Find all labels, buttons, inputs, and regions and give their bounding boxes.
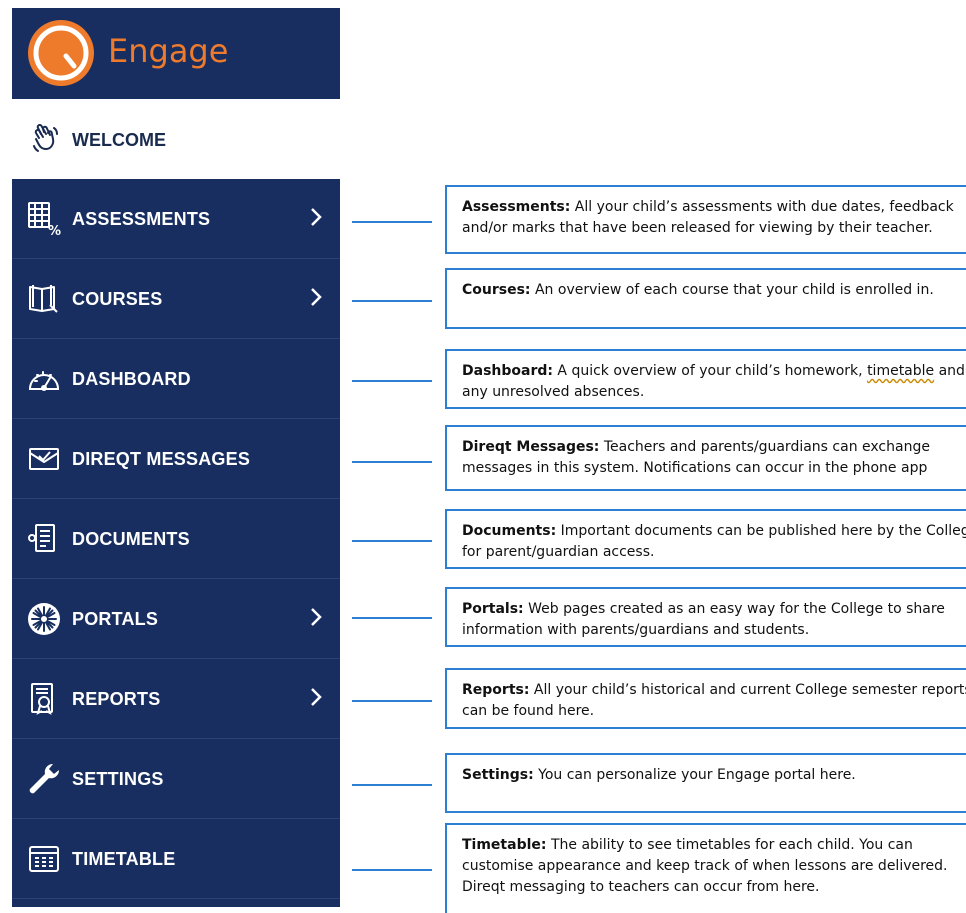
connector-line [352, 540, 432, 542]
chevron-right-icon [310, 287, 322, 307]
sidebar-item-label: REPORTS [72, 689, 161, 709]
connector-line [352, 380, 432, 382]
description-text-underlined: timetable [867, 363, 935, 379]
wrench-icon [26, 761, 62, 797]
portal-burst-icon [26, 601, 62, 637]
engage-logo-icon [28, 20, 94, 86]
description-dashboard: Dashboard: A quick overview of your chil… [445, 349, 966, 409]
description-timetable: Timetable: The ability to see timetables… [445, 823, 966, 913]
description-term: Courses: [462, 282, 531, 298]
welcome-label: WELCOME [72, 130, 166, 150]
description-term: Direqt Messages: [462, 439, 600, 455]
sidebar-item-dashboard[interactable]: DASHBOARD [12, 339, 340, 419]
chevron-right-icon [310, 207, 322, 227]
connector-line [352, 461, 432, 463]
sidebar-item-courses[interactable]: COURSES [12, 259, 340, 339]
document-icon [26, 521, 62, 557]
description-term: Dashboard: [462, 363, 553, 379]
sidebar-item-timetable[interactable]: TIMETABLE [12, 819, 340, 899]
logo-text: Engage [108, 32, 229, 70]
connector-line [352, 700, 432, 702]
chevron-right-icon [310, 607, 322, 627]
sidebar-item-label: ASSESSMENTS [72, 209, 211, 229]
sidebar-item-reports[interactable]: REPORTS [12, 659, 340, 739]
report-badge-icon [26, 681, 62, 717]
calendar-grid-icon [26, 841, 62, 877]
chevron-right-icon [310, 687, 322, 707]
mail-icon [26, 441, 62, 477]
svg-text:%: % [48, 224, 61, 237]
book-icon [26, 281, 62, 317]
connector-line [352, 300, 432, 302]
sidebar-item-direqt-messages[interactable]: DIREQT MESSAGES [12, 419, 340, 499]
sidebar-item-label: DASHBOARD [72, 369, 191, 389]
description-term: Reports: [462, 682, 530, 698]
sidebar: % ASSESSMENTS COURSES DASHBOARD DIREQT M… [12, 179, 340, 907]
description-reports: Reports: All your child’s historical and… [445, 668, 966, 729]
description-text: A quick overview of your child’s homewor… [552, 363, 868, 379]
sidebar-item-documents[interactable]: DOCUMENTS [12, 499, 340, 579]
connector-line [352, 617, 432, 619]
description-term: Portals: [462, 601, 524, 617]
sidebar-item-settings[interactable]: SETTINGS [12, 739, 340, 819]
sidebar-item-label: DIREQT MESSAGES [72, 449, 251, 469]
description-assessments: Assessments: All your child’s assessment… [445, 185, 966, 254]
sidebar-item-label: DOCUMENTS [72, 529, 190, 549]
description-settings: Settings: You can personalize your Engag… [445, 753, 966, 813]
description-text: You can personalize your Engage portal h… [533, 767, 856, 783]
gauge-icon [26, 361, 62, 397]
connector-line [352, 784, 432, 786]
description-term: Settings: [462, 767, 534, 783]
assessment-grid-icon: % [26, 201, 62, 239]
sidebar-item-label: TIMETABLE [72, 849, 176, 869]
description-term: Assessments: [462, 199, 571, 215]
description-courses: Courses: An overview of each course that… [445, 268, 966, 329]
description-documents: Documents: Important documents can be pu… [445, 509, 966, 569]
sidebar-item-portals[interactable]: PORTALS [12, 579, 340, 659]
connector-line [352, 221, 432, 223]
description-text: An overview of each course that your chi… [530, 282, 934, 298]
description-portals: Portals: Web pages created as an easy wa… [445, 587, 966, 647]
sidebar-item-label: PORTALS [72, 609, 159, 629]
sidebar-item-label: COURSES [72, 289, 163, 309]
logo-bar[interactable]: Engage [12, 8, 340, 99]
sidebar-item-assessments[interactable]: % ASSESSMENTS [12, 179, 340, 259]
description-text: All your child’s historical and current … [462, 682, 966, 719]
description-term: Documents: [462, 523, 557, 539]
nav-item-welcome[interactable]: WELCOME [12, 118, 340, 162]
sidebar-item-label: SETTINGS [72, 769, 164, 789]
waving-hand-icon [32, 124, 60, 159]
description-term: Timetable: [462, 837, 547, 853]
description-text: Web pages created as an easy way for the… [462, 601, 945, 638]
connector-line [352, 869, 432, 871]
description-direqt-messages: Direqt Messages: Teachers and parents/gu… [445, 425, 966, 491]
